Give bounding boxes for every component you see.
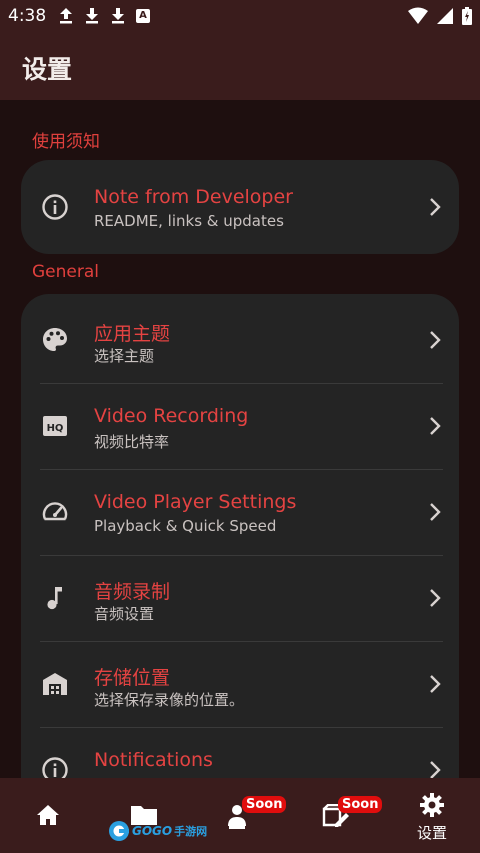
row-title: Video Recording <box>94 405 249 427</box>
row-subtitle: 选择保存录像的位置。 <box>94 691 245 709</box>
general-card: 应用主题 选择主题 HQ Video Recording 视频比特率 Video… <box>21 294 459 814</box>
info-icon <box>42 194 68 220</box>
row-subtitle: Playback & Quick Speed <box>94 517 277 535</box>
settings-row-storage-location[interactable]: 存储位置 选择保存录像的位置。 <box>21 641 459 727</box>
status-bar: 4:38 A <box>0 0 480 34</box>
section-label-general: General <box>32 262 99 282</box>
app-bar: 设置 <box>0 34 480 100</box>
signal-icon <box>437 8 453 24</box>
hq-icon: HQ <box>43 416 67 436</box>
speedometer-icon <box>42 502 68 521</box>
download-icon <box>86 8 98 24</box>
chevron-right-icon <box>430 198 441 216</box>
watermark-text-2: 手游网 <box>174 825 208 838</box>
wifi-icon <box>408 7 428 24</box>
home-icon <box>37 805 59 825</box>
palette-icon <box>43 328 67 351</box>
a-badge-icon: A <box>136 9 150 23</box>
row-subtitle: 选择主题 <box>94 347 155 365</box>
upload-icon <box>60 8 72 24</box>
status-time: 4:38 <box>8 6 47 26</box>
row-title: 存储位置 <box>94 667 171 689</box>
chevron-right-icon <box>430 589 441 607</box>
chevron-right-icon <box>430 503 441 521</box>
notice-card: Note from Developer README, links & upda… <box>21 160 459 254</box>
page-title: 设置 <box>22 55 73 84</box>
battery-icon <box>462 7 472 25</box>
music-note-icon <box>47 587 62 610</box>
soon-badge: Soon <box>338 796 383 813</box>
chevron-right-icon <box>430 417 441 435</box>
watermark-text: GOGO <box>132 824 173 838</box>
nav-editor[interactable]: Soon <box>288 778 384 853</box>
section-label-notice: 使用须知 <box>32 132 100 152</box>
row-title: Video Player Settings <box>94 491 297 513</box>
nav-label-settings: 设置 <box>416 824 447 842</box>
storage-icon <box>43 673 67 695</box>
settings-row-video-recording[interactable]: HQ Video Recording 视频比特率 <box>21 383 459 469</box>
soon-badge: Soon <box>242 796 287 813</box>
bottom-navigation: Soon Soon 设置 <box>0 778 480 853</box>
settings-row-audio-recording[interactable]: 音频录制 音频设置 <box>21 555 459 641</box>
download-icon-2 <box>112 8 124 24</box>
gear-icon <box>420 793 444 817</box>
chevron-right-icon <box>430 675 441 693</box>
watermark-g-icon <box>109 821 129 841</box>
settings-row-developer-note[interactable]: Note from Developer README, links & upda… <box>21 164 459 250</box>
nav-home[interactable] <box>0 778 96 853</box>
settings-row-theme[interactable]: 应用主题 选择主题 <box>21 297 459 383</box>
chevron-right-icon <box>430 761 441 779</box>
row-title: 应用主题 <box>94 323 171 345</box>
watermark-logo: GOGO 手游网 <box>108 820 207 842</box>
settings-row-video-player[interactable]: Video Player Settings Playback & Quick S… <box>21 469 459 555</box>
row-subtitle: README, links & updates <box>94 212 284 230</box>
svg-text:HQ: HQ <box>47 423 64 434</box>
row-subtitle: 视频比特率 <box>94 433 170 451</box>
row-title: Note from Developer <box>94 186 293 208</box>
row-subtitle: 音频设置 <box>94 605 155 623</box>
status-notification-icons: A <box>58 7 150 25</box>
row-title: Notifications <box>94 749 213 771</box>
row-title: 音频录制 <box>94 581 171 603</box>
chevron-right-icon <box>430 331 441 349</box>
status-system-icons <box>408 7 472 25</box>
nav-settings[interactable]: 设置 <box>384 778 480 853</box>
